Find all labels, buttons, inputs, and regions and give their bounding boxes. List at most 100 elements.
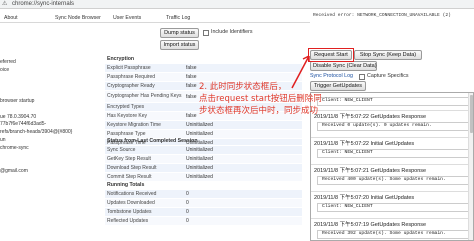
table-row: Tombstone Updates 0 — [105, 207, 302, 217]
log-detail: Received 0 update(s). 0 updates remain. — [317, 122, 469, 131]
table-row: Sync Source Uninitialized — [105, 145, 302, 155]
table-row: Commit Step Result Uninitialized — [105, 172, 302, 181]
tab-about[interactable]: About — [4, 14, 18, 22]
error-message: Received error: NETWORK_CONNECTION_UNAVA… — [313, 13, 451, 18]
log-entry[interactable]: 2019/11/8 下午5:07:19 GetUpdates Response … — [311, 219, 473, 240]
row-value: 0 — [184, 189, 302, 199]
log-text: Client: NEW_CLIENT — [322, 204, 373, 209]
url-text[interactable]: chrome://sync-internals — [12, 1, 74, 8]
row-value: Uninitialized — [184, 172, 302, 181]
info-row — [0, 90, 84, 98]
row-value: Uninitialized — [184, 163, 302, 173]
row-value: Uninitialized — [184, 145, 302, 155]
log-entry[interactable]: 2019/11/8 下午5:07:20 Initial GetUpdates C… — [311, 192, 473, 219]
table-row: Updates Downloaded 0 — [105, 198, 302, 208]
table-row: Download Step Result Uninitialized — [105, 163, 302, 173]
table-row: Keystore Migration Time Uninitialized — [105, 120, 302, 130]
info-row — [0, 106, 84, 114]
row-key: GetKey Step Result — [105, 154, 184, 164]
warning-icon: ⚠ — [2, 1, 8, 7]
highlight-box — [308, 48, 354, 62]
info-row: @gmail.com — [0, 168, 28, 175]
info-row — [0, 75, 84, 83]
import-status-button[interactable]: Import status — [160, 40, 199, 50]
log-detail: Client: NEW_CLIENT — [317, 203, 469, 212]
disable-sync-button[interactable]: Disable Sync (Clear Data) — [310, 61, 377, 71]
address-bar[interactable]: ⚠ chrome://sync-internals — [0, 0, 474, 9]
tab-bar: About Sync Node Browser User Events Traf… — [0, 13, 310, 23]
protocol-log-list[interactable]: Client: NEW_CLIENT 2019/11/8 下午5:07:22 G… — [310, 92, 474, 241]
log-timestamp: 2019/11/8 下午5:07:21 GetUpdates Response — [314, 168, 427, 174]
info-row — [0, 153, 84, 161]
last-session-title: Status from Last Completed Session — [107, 138, 198, 144]
row-value: Uninitialized — [184, 154, 302, 164]
capture-specifics-checkbox[interactable] — [359, 74, 365, 80]
info-row — [0, 160, 84, 168]
row-key: Explicit Passphrase — [105, 63, 184, 73]
log-entry[interactable]: Client: NEW_CLIENT — [311, 93, 473, 111]
row-key: Updates Downloaded — [105, 198, 184, 208]
running-totals-title: Running Totals — [107, 182, 145, 188]
row-key: Encrypted Types — [105, 102, 184, 112]
dump-status-button[interactable]: Dump status — [160, 28, 199, 38]
include-identifiers-checkbox[interactable] — [203, 30, 209, 36]
tab-traffic-log[interactable]: Traffic Log — [166, 14, 190, 22]
log-detail: Client: NEW_CLIENT — [317, 149, 469, 158]
row-key: Reflected Updates — [105, 216, 184, 225]
log-timestamp: 2019/11/8 下午5:07:19 GetUpdates Response — [314, 222, 427, 228]
row-key: Has Keystore Key — [105, 111, 184, 121]
capture-specifics-label: Capture Specifics — [367, 73, 409, 79]
log-text: Received 0 update(s). 0 updates remain. — [322, 123, 432, 128]
log-timestamp: 2019/11/8 下午5:07:22 GetUpdates Response — [314, 114, 427, 120]
row-value: false — [184, 63, 302, 73]
log-entry[interactable]: 2019/11/8 下午5:07:22 GetUpdates Response … — [311, 111, 473, 138]
log-entry[interactable]: 2019/11/8 下午5:07:21 GetUpdates Response … — [311, 165, 473, 192]
table-row: Passphrase Required false — [105, 72, 302, 82]
tab-sync-node-browser[interactable]: Sync Node Browser — [55, 14, 101, 22]
log-detail: Client: NEW_CLIENT — [317, 97, 469, 106]
log-text: Client: NEW_CLIENT — [322, 150, 373, 155]
row-value: 0 — [184, 198, 302, 208]
table-row: Reflected Updates 0 — [105, 216, 302, 225]
row-key: Commit Step Result — [105, 172, 184, 181]
log-text: Client: NEW_CLIENT — [322, 98, 373, 103]
log-scrollbar[interactable] — [468, 93, 473, 240]
row-value: Uninitialized — [184, 120, 302, 130]
row-key: Cryptographer Has Pending Keys — [105, 90, 184, 103]
info-row: eferred — [0, 59, 16, 65]
annotation-line: 步状态框再次后中时，同步成功 — [199, 106, 319, 116]
annotation-arrow-icon — [291, 55, 310, 89]
log-detail: Received 400 update(s). Some updates rem… — [317, 176, 469, 185]
row-value: 0 — [184, 216, 302, 225]
encryption-title: Encryption — [107, 56, 135, 62]
row-key: Notifications Received — [105, 189, 184, 199]
row-value: false — [184, 72, 302, 82]
row-key: Download Step Result — [105, 163, 184, 173]
info-row: chrome-sync — [0, 144, 29, 151]
log-timestamp: 2019/11/8 下午5:07:20 Initial GetUpdates — [314, 195, 415, 201]
running-totals-section: Running Totals Notifications Received 0 U… — [105, 181, 302, 225]
include-identifiers-label: Include Identifiers — [211, 29, 253, 35]
row-key: Tombstone Updates — [105, 207, 184, 217]
log-timestamp: 2019/11/8 下午5:07:22 Initial GetUpdates — [314, 141, 415, 147]
row-key: Sync Source — [105, 145, 184, 155]
annotation-line: 2. 此时同步状态框后， — [199, 82, 287, 92]
info-row — [0, 82, 84, 90]
sync-protocol-log-label: Sync Protocol Log — [310, 73, 353, 79]
trigger-getupdates-button[interactable]: Trigger GetUpdates — [310, 81, 366, 91]
row-key: Keystore Migration Time — [105, 120, 184, 130]
info-row: refs/branch-heads/3904@{#800} — [0, 129, 73, 136]
tab-user-events[interactable]: User Events — [113, 14, 141, 22]
info-row: browser startup — [0, 97, 35, 104]
row-key: Passphrase Required — [105, 72, 184, 82]
log-entry[interactable]: 2019/11/8 下午5:07:22 Initial GetUpdates C… — [311, 138, 473, 165]
stop-sync-button[interactable]: Stop Sync (Keep Data) — [354, 50, 422, 60]
table-row: Notifications Received 0 — [105, 189, 302, 199]
about-info-column: eferred oice browser startup ue 78.0.390… — [0, 59, 84, 176]
table-row: GetKey Step Result Uninitialized — [105, 154, 302, 164]
log-detail: Received 392 update(s). Some updates rem… — [317, 230, 469, 239]
log-text: Received 400 update(s). Some updates rem… — [322, 177, 446, 182]
annotation-line: 点击request start按钮后删除同 — [199, 94, 322, 104]
info-row: 77b7f6e744f6d3ad5- — [0, 121, 47, 128]
scrollbar-thumb[interactable] — [470, 95, 473, 133]
